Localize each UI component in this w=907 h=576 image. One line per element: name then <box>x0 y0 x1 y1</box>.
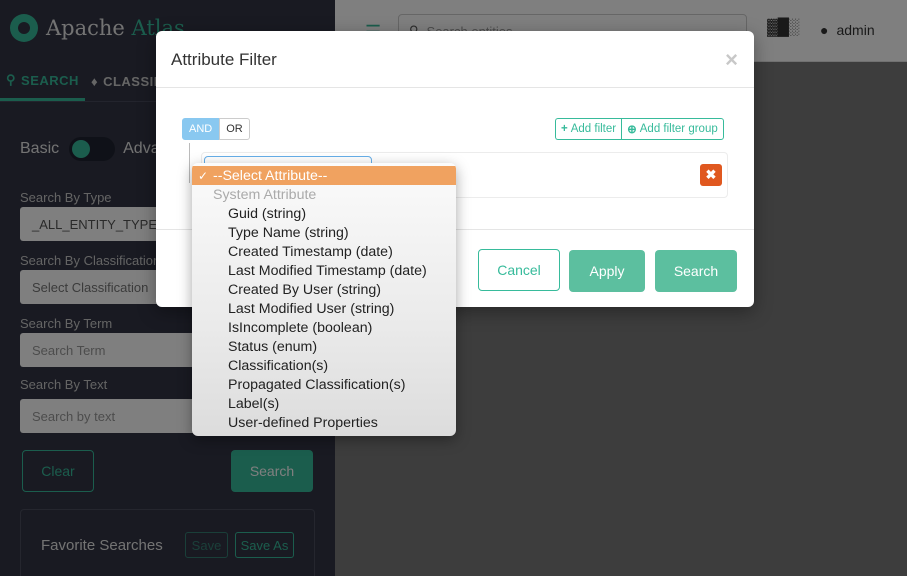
dropdown-option[interactable]: IsIncomplete (boolean) <box>192 318 456 337</box>
dropdown-option[interactable]: Label(s) <box>192 394 456 413</box>
checkmark-icon: ✓ <box>198 168 209 183</box>
search-button[interactable]: Search <box>655 250 737 292</box>
add-filter-buttons: + Add filter ⊕ Add filter group <box>555 118 724 140</box>
dropdown-option[interactable]: Type Name (string) <box>192 223 456 242</box>
condition-toggle: AND OR <box>182 118 250 140</box>
dropdown-option[interactable]: Status (enum) <box>192 337 456 356</box>
dropdown-option[interactable]: Last Modified User (string) <box>192 299 456 318</box>
or-condition-button[interactable]: OR <box>219 118 250 140</box>
dropdown-option[interactable]: Guid (string) <box>192 204 456 223</box>
dropdown-options: Guid (string) Type Name (string) Created T… <box>192 204 456 432</box>
dropdown-option[interactable]: Created By User (string) <box>192 280 456 299</box>
modal-header: Attribute Filter × <box>156 31 754 88</box>
cancel-button[interactable]: Cancel <box>478 249 560 291</box>
and-condition-button[interactable]: AND <box>182 118 220 140</box>
modal-title: Attribute Filter <box>171 50 277 69</box>
delete-rule-button[interactable]: ✖ <box>700 164 722 186</box>
apply-button[interactable]: Apply <box>569 250 645 292</box>
dropdown-option[interactable]: Created Timestamp (date) <box>192 242 456 261</box>
attribute-dropdown-menu: ✓ --Select Attribute-- System Attribute … <box>192 163 456 436</box>
plus-icon: + <box>561 123 568 135</box>
close-icon[interactable]: × <box>725 47 738 73</box>
dropdown-option-select-attribute[interactable]: ✓ --Select Attribute-- <box>192 166 456 185</box>
add-filter-group-button[interactable]: ⊕ Add filter group <box>621 118 724 140</box>
dropdown-option[interactable]: User-defined Properties <box>192 413 456 432</box>
dropdown-option[interactable]: Last Modified Timestamp (date) <box>192 261 456 280</box>
group-connector-line <box>189 143 190 183</box>
dropdown-group-label: System Attribute <box>213 186 317 203</box>
dropdown-option[interactable]: Classification(s) <box>192 356 456 375</box>
add-filter-button[interactable]: + Add filter <box>555 118 622 140</box>
filter-group: AND OR <box>182 118 250 140</box>
plus-circle-icon: ⊕ <box>627 124 637 136</box>
dropdown-option[interactable]: Propagated Classification(s) <box>192 375 456 394</box>
